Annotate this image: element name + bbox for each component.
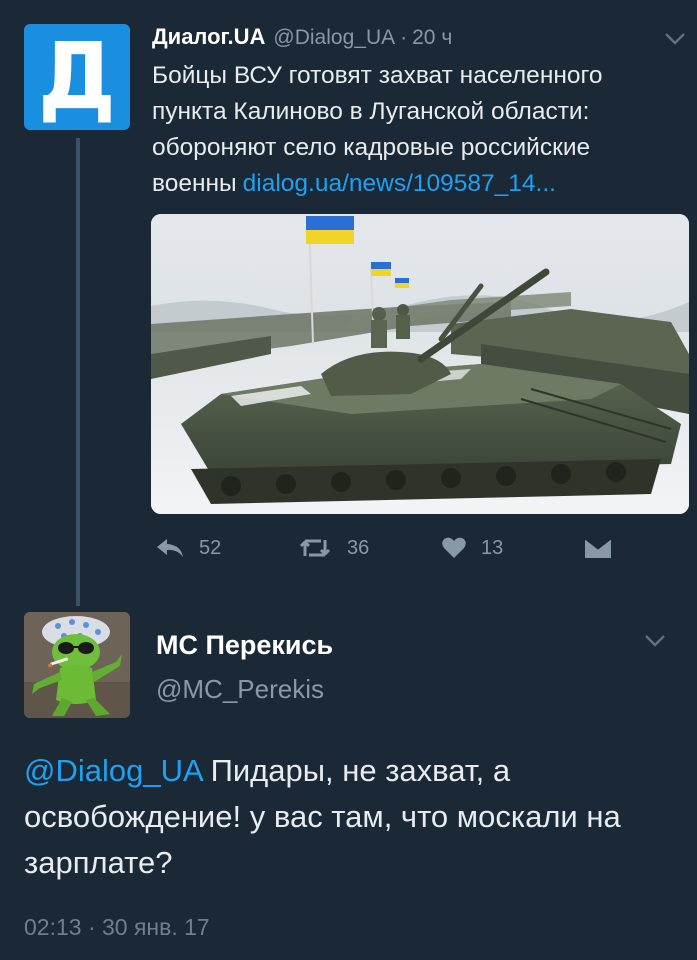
heart-icon <box>442 537 466 558</box>
tweet-thread: Д Диалог.UA @Dialog_UA · 20 ч Бойцы ВСУ … <box>0 0 697 960</box>
mc-perekis-avatar[interactable] <box>24 612 130 718</box>
reply-icon <box>157 539 183 557</box>
reply-text: @Dialog_UA Пидары, не захват, а освобожд… <box>24 748 674 886</box>
reply-author-name[interactable]: MC Перекись <box>156 630 333 661</box>
direct-message-action[interactable] <box>583 536 613 560</box>
avatar-letter: Д <box>38 23 116 130</box>
dialog-ua-avatar[interactable]: Д <box>24 24 130 130</box>
tweet-text: Бойцы ВСУ готовят захват населенного пун… <box>152 58 672 202</box>
reply-mention-link[interactable]: @Dialog_UA <box>24 753 202 788</box>
reply-timestamp[interactable]: 02:13 · 30 янв. 17 <box>24 914 210 941</box>
retweet-count: 36 <box>347 536 370 559</box>
tweet-photo-tanks[interactable] <box>151 214 689 514</box>
author-name[interactable]: Диалог.UA <box>152 24 265 50</box>
tweet-link[interactable]: dialog.ua/news/109587_14... <box>243 170 556 197</box>
tweet-actions: 52 36 13 <box>151 536 621 568</box>
header-separator: · <box>400 26 408 49</box>
reply-author-handle[interactable]: @MC_Perekis <box>156 674 324 705</box>
reply-count: 52 <box>199 536 222 559</box>
thread-connector-line <box>76 138 80 606</box>
tweet-header: Диалог.UA @Dialog_UA · 20 ч <box>152 24 452 50</box>
direct-message-icon <box>584 537 612 558</box>
tank-photo-illustration <box>151 214 689 514</box>
tweet-time[interactable]: 20 ч <box>412 26 452 50</box>
retweet-action[interactable]: 36 <box>297 536 369 560</box>
frog-toy-avatar-image <box>24 612 130 718</box>
reply-action[interactable]: 52 <box>155 536 221 560</box>
retweet-icon <box>299 539 331 557</box>
chevron-down-icon[interactable] <box>664 32 686 46</box>
author-handle[interactable]: @Dialog_UA <box>273 26 395 50</box>
like-count: 13 <box>481 536 504 559</box>
chevron-down-icon[interactable] <box>644 634 666 648</box>
like-action[interactable]: 13 <box>441 536 503 560</box>
